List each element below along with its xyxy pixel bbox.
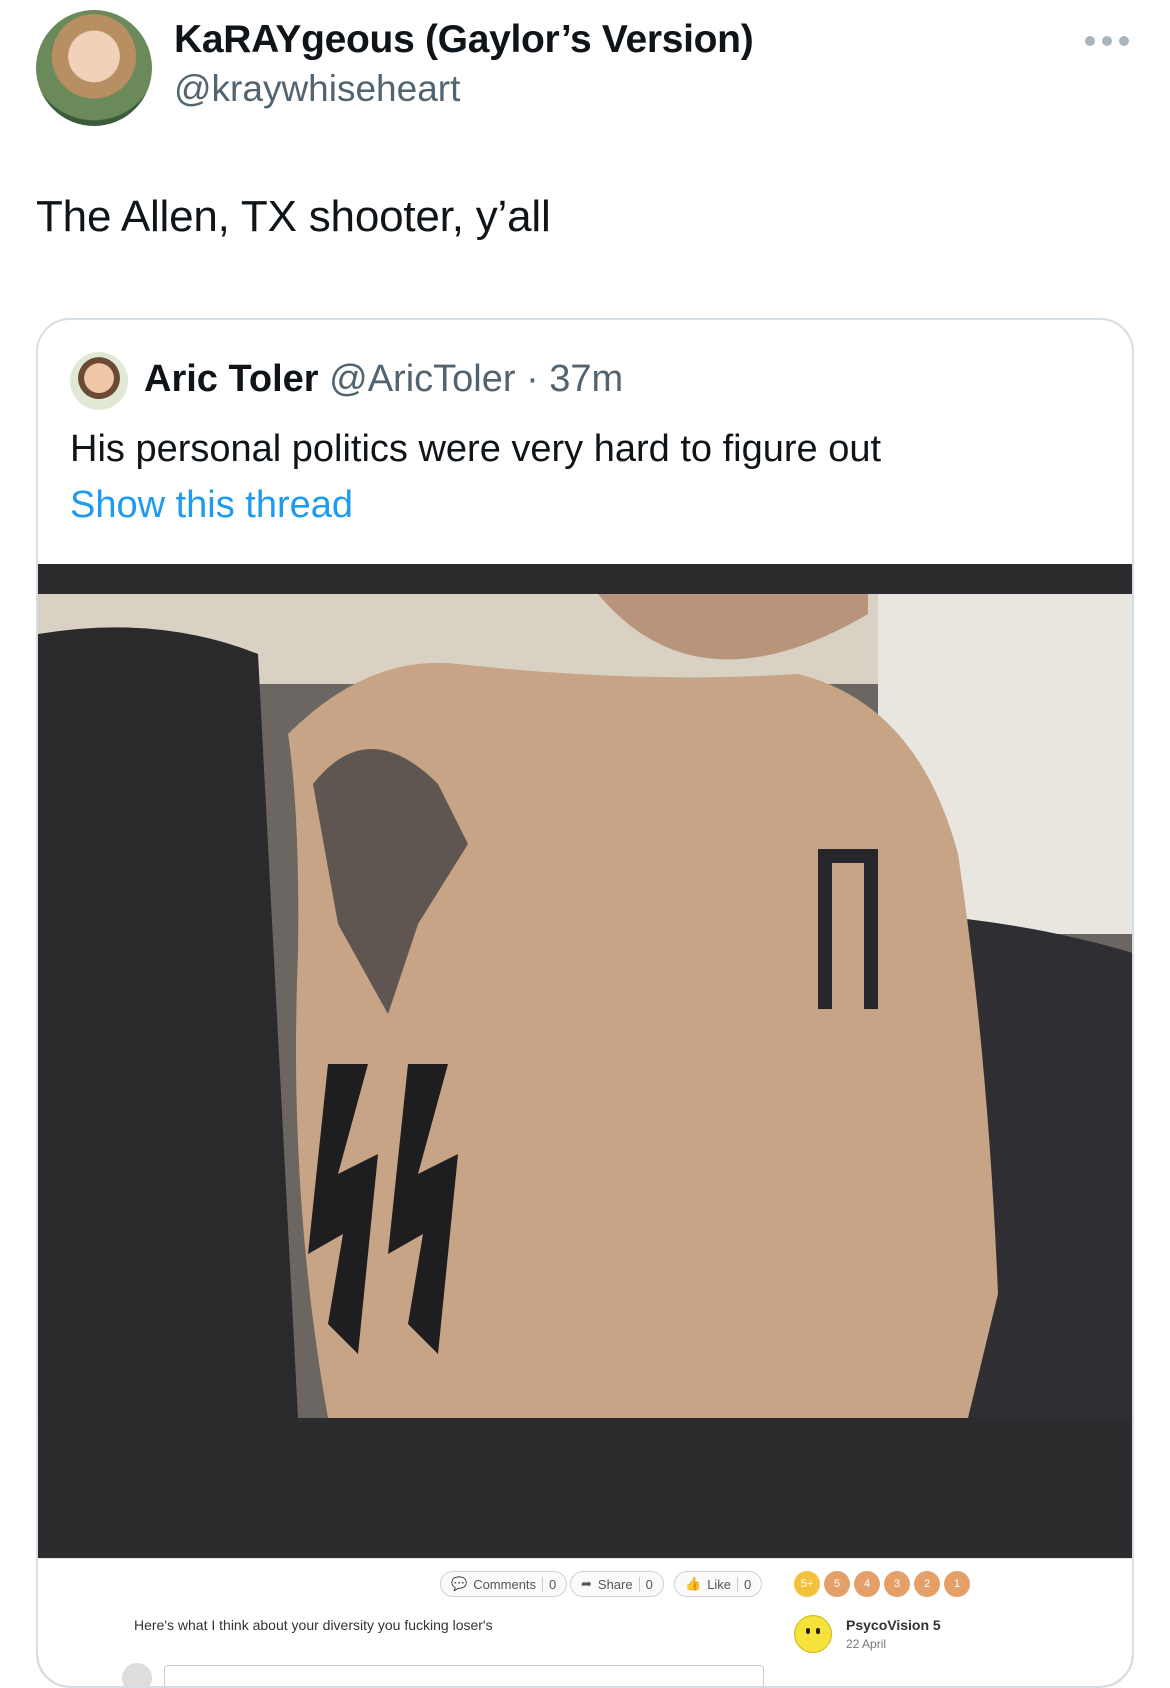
share-pill: ➦ Share 0 [570, 1571, 664, 1597]
embedded-post-screenshot: 💬 Comments 0 ➦ Share 0 👍 Like 0 5+ 5 4 3… [38, 1558, 1132, 1686]
quoted-tweet-time: · 37m [526, 358, 624, 400]
comments-pill: 💬 Comments 0 [440, 1571, 568, 1597]
like-pill: 👍 Like 0 [674, 1571, 763, 1597]
more-horizontal-icon[interactable] [1085, 28, 1131, 54]
comment-avatar [122, 1663, 152, 1686]
rank-badge: 5+ [794, 1571, 820, 1597]
rank-badge: 4 [854, 1571, 880, 1597]
like-count: 0 [737, 1576, 751, 1592]
quoted-author-name: Aric Toler [144, 358, 319, 400]
author-handle[interactable]: @kraywhiseheart [174, 68, 460, 110]
embedded-post-text: Here's what I think about your diversity… [134, 1617, 493, 1633]
quoted-author-handle: @AricToler [329, 358, 516, 400]
thumbs-up-icon: 👍 [685, 1576, 702, 1591]
poster-name: PsycoVision 5 [846, 1617, 941, 1633]
author-name[interactable]: KaRAYgeous (Gaylor’s Version) [174, 18, 754, 62]
show-thread-link[interactable]: Show this thread [70, 484, 353, 527]
comments-count: 0 [542, 1576, 556, 1592]
rank-badge: 1 [944, 1571, 970, 1597]
share-label: Share [597, 1576, 633, 1592]
rank-badge: 2 [914, 1571, 940, 1597]
quoted-tweet-header: Aric Toler @AricToler · 37m [144, 358, 623, 401]
rank-badge: 3 [884, 1571, 910, 1597]
comments-label: Comments [473, 1576, 537, 1592]
comment-icon: 💬 [451, 1576, 468, 1591]
tweet-text: The Allen, TX shooter, y’all [36, 192, 551, 241]
author-avatar[interactable] [36, 10, 152, 126]
quoted-tweet-text: His personal politics were very hard to … [70, 428, 882, 470]
share-icon: ➦ [581, 1576, 592, 1591]
quoted-tweet-card[interactable]: Aric Toler @AricToler · 37m His personal… [36, 318, 1134, 1688]
quoted-author-avatar [70, 352, 128, 410]
comment-input [164, 1665, 764, 1686]
like-label: Like [707, 1576, 732, 1592]
share-count: 0 [638, 1576, 653, 1592]
smiley-avatar-icon [794, 1615, 832, 1653]
poster-date: 22 April [846, 1637, 887, 1651]
rank-badge: 5 [824, 1571, 850, 1597]
photo [38, 594, 1132, 1418]
quoted-tweet-media[interactable]: 💬 Comments 0 ➦ Share 0 👍 Like 0 5+ 5 4 3… [38, 564, 1132, 1686]
